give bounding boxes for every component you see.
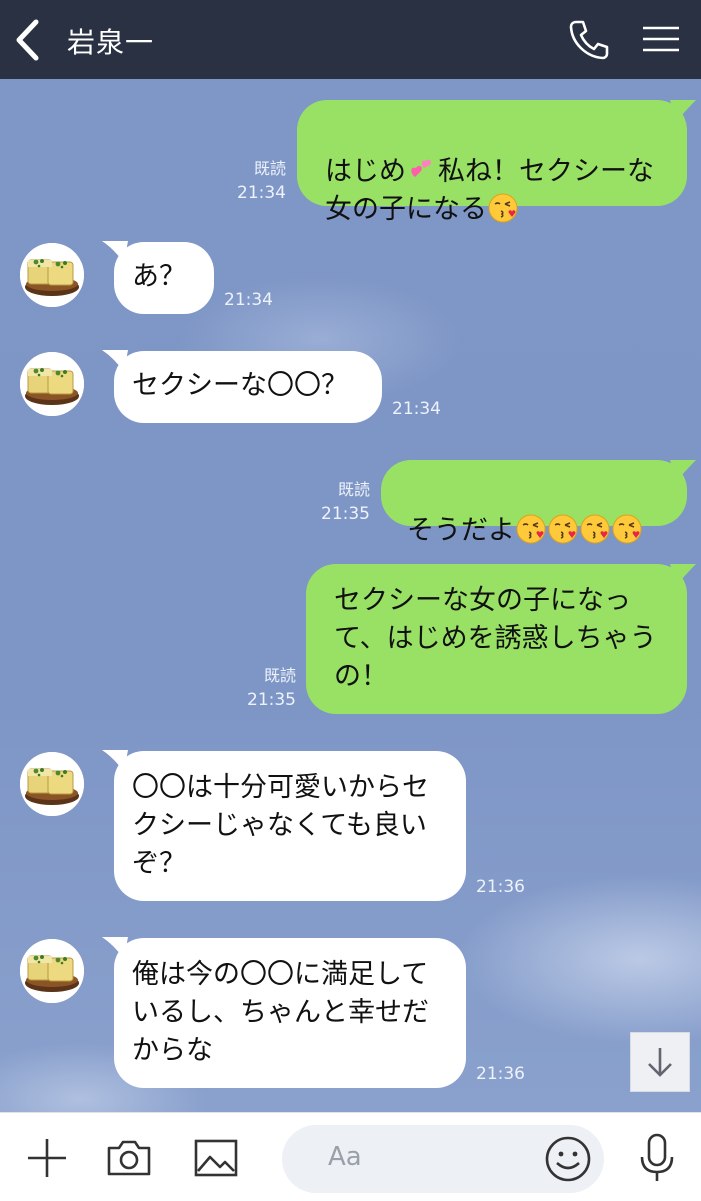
phone-icon xyxy=(569,20,609,60)
message-bubble-received[interactable]: 〇〇は十分可愛いからセ クシーじゃなくても良い ぞ？ xyxy=(114,751,466,901)
plus-icon xyxy=(28,1139,66,1177)
avatar[interactable] xyxy=(20,243,84,307)
avatar[interactable] xyxy=(20,939,84,1003)
timestamp: 21:36 xyxy=(476,877,525,897)
camera-icon xyxy=(107,1140,151,1176)
message-input[interactable]: Aa xyxy=(282,1125,604,1193)
read-receipt: 既読 21:34 xyxy=(237,159,286,203)
microphone-icon xyxy=(640,1133,674,1181)
read-receipt: 既読 21:35 xyxy=(321,480,370,524)
timestamp: 21:36 xyxy=(476,1064,525,1084)
bubble-tail xyxy=(670,100,696,122)
face-blowing-kiss-icon xyxy=(516,514,546,544)
message-bubble-received[interactable]: セクシーな〇〇？ xyxy=(114,351,382,423)
avatar[interactable] xyxy=(20,352,84,416)
face-blowing-kiss-icon xyxy=(612,514,642,544)
smiley-icon[interactable] xyxy=(544,1135,592,1183)
face-blowing-kiss-icon xyxy=(548,514,578,544)
input-bar: Aa xyxy=(0,1112,701,1201)
message-bubble-sent[interactable]: はじめ 私ね！セクシーな 女の子になる xyxy=(297,100,687,225)
bubble-tail xyxy=(670,460,696,482)
face-blowing-kiss-icon xyxy=(580,514,610,544)
chevron-left-icon xyxy=(16,19,39,61)
back-button[interactable] xyxy=(10,18,50,62)
voice-button[interactable] xyxy=(634,1133,680,1181)
read-receipt: 既読 21:35 xyxy=(247,666,296,710)
add-button[interactable] xyxy=(24,1135,70,1181)
chat-header: 岩泉一 xyxy=(0,0,701,79)
menu-button[interactable] xyxy=(637,16,683,62)
call-button[interactable] xyxy=(566,16,612,62)
face-blowing-kiss-icon xyxy=(488,193,518,223)
image-button[interactable] xyxy=(193,1135,239,1181)
arrow-down-icon xyxy=(648,1048,672,1077)
image-icon xyxy=(194,1139,238,1177)
bubble-tail xyxy=(670,564,696,586)
hamburger-menu-icon xyxy=(643,26,679,52)
timestamp: 21:34 xyxy=(224,290,273,310)
chat-area[interactable]: 既読 21:34 はじめ 私ね！セクシーな 女の子になる あ？ 21:34 セクシー… xyxy=(0,79,701,1112)
message-input-placeholder: Aa xyxy=(328,1142,362,1172)
two-hearts-icon xyxy=(411,159,431,177)
chat-title: 岩泉一 xyxy=(67,26,155,59)
scroll-to-bottom-button[interactable] xyxy=(630,1032,690,1092)
message-bubble-sent[interactable]: そうだよ xyxy=(381,460,687,546)
avatar[interactable] xyxy=(20,752,84,816)
message-bubble-sent[interactable]: セクシーな女の子になっ て、はじめを誘惑しちゃう の！ xyxy=(306,564,687,714)
message-bubble-received[interactable]: 俺は今の〇〇に満足して いるし、ちゃんと幸せだ からな xyxy=(114,938,466,1088)
message-bubble-received[interactable]: あ？ xyxy=(114,242,214,314)
camera-button[interactable] xyxy=(106,1135,152,1181)
timestamp: 21:34 xyxy=(392,399,441,419)
